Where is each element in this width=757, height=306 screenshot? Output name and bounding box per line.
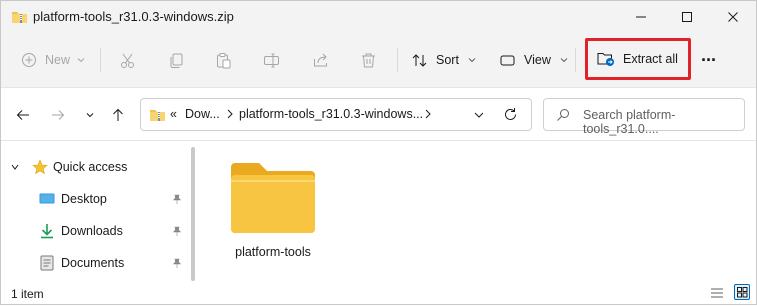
file-item[interactable]: platform-tools bbox=[223, 151, 323, 271]
refresh-icon bbox=[505, 108, 516, 120]
copy-button[interactable] bbox=[168, 44, 185, 76]
address-bar[interactable]: « Dow... platform-tools_r31.0.3-windows.… bbox=[140, 98, 532, 131]
extract-all-button[interactable]: Extract all bbox=[585, 38, 691, 80]
arrow-right-icon bbox=[52, 110, 65, 120]
recent-locations-button[interactable] bbox=[79, 104, 101, 126]
star-icon bbox=[32, 159, 48, 175]
extract-all-label: Extract all bbox=[623, 52, 678, 66]
title-bar: platform-tools_r31.0.3-windows.zip bbox=[1, 1, 756, 33]
desktop-icon bbox=[39, 193, 55, 204]
breadcrumb-chevron-icon[interactable] bbox=[226, 108, 234, 123]
navigation-bar: « Dow... platform-tools_r31.0.3-windows.… bbox=[1, 88, 756, 141]
navigation-scrollbar[interactable] bbox=[191, 147, 195, 281]
sidebar-item-label: Desktop bbox=[61, 192, 107, 206]
folder-icon bbox=[231, 163, 315, 233]
refresh-button[interactable] bbox=[503, 107, 518, 125]
rename-icon bbox=[264, 53, 279, 67]
separator bbox=[575, 48, 576, 72]
breadcrumb-overflow[interactable]: « bbox=[170, 107, 177, 121]
chevron-down-icon bbox=[77, 58, 85, 63]
delete-button[interactable] bbox=[360, 44, 377, 76]
item-count: 1 item bbox=[11, 287, 44, 301]
chevron-down-icon bbox=[86, 113, 94, 118]
details-view-icon bbox=[711, 288, 723, 298]
sidebar-item-desktop[interactable]: Desktop bbox=[1, 185, 191, 213]
search-placeholder: Search platform-tools_r31.0.... bbox=[583, 108, 676, 136]
cut-button[interactable] bbox=[119, 44, 136, 76]
close-icon bbox=[728, 12, 738, 22]
status-bar: 1 item bbox=[1, 282, 756, 306]
chevron-down-icon bbox=[474, 112, 484, 118]
pin-icon[interactable] bbox=[172, 194, 182, 204]
rename-button[interactable] bbox=[263, 44, 280, 76]
sidebar-item-quick-access[interactable]: Quick access bbox=[1, 153, 191, 181]
breadcrumb-segment[interactable]: Dow... bbox=[185, 107, 220, 121]
scissors-icon bbox=[121, 53, 134, 68]
paste-button[interactable] bbox=[215, 44, 232, 76]
sidebar-item-documents[interactable]: Documents bbox=[1, 249, 191, 277]
file-name: platform-tools bbox=[235, 245, 311, 259]
chevron-down-icon[interactable] bbox=[10, 162, 20, 172]
copy-icon bbox=[170, 53, 183, 68]
zip-folder-icon bbox=[149, 107, 166, 125]
large-icons-view-button[interactable] bbox=[734, 284, 750, 300]
breadcrumb-chevron-icon[interactable] bbox=[424, 108, 432, 123]
address-history-button[interactable] bbox=[473, 109, 485, 124]
sidebar-item-label: Quick access bbox=[53, 160, 128, 174]
separator bbox=[397, 48, 398, 72]
search-icon bbox=[556, 108, 570, 125]
share-icon bbox=[314, 53, 327, 66]
file-explorer-window: platform-tools_r31.0.3-windows.zip New S… bbox=[0, 0, 757, 305]
close-button[interactable] bbox=[710, 1, 756, 33]
extract-folder-icon bbox=[597, 53, 614, 66]
trash-icon bbox=[362, 53, 375, 67]
breadcrumb-segment[interactable]: platform-tools_r31.0.3-windows... bbox=[239, 107, 423, 121]
new-label: New bbox=[45, 53, 71, 67]
view-icon bbox=[500, 55, 515, 65]
back-button[interactable] bbox=[12, 104, 34, 126]
share-button[interactable] bbox=[312, 44, 329, 76]
maximize-button[interactable] bbox=[664, 1, 710, 33]
sort-icon bbox=[412, 53, 427, 67]
chevron-down-icon bbox=[468, 58, 476, 63]
sidebar-item-downloads[interactable]: Downloads bbox=[1, 217, 191, 245]
window-title: platform-tools_r31.0.3-windows.zip bbox=[33, 9, 234, 24]
arrow-left-icon bbox=[16, 110, 29, 120]
download-icon bbox=[41, 224, 53, 239]
sort-button[interactable]: Sort bbox=[411, 44, 477, 76]
view-label: View bbox=[524, 53, 551, 67]
sidebar-item-label: Downloads bbox=[61, 224, 123, 238]
maximize-icon bbox=[682, 12, 692, 22]
minimize-button[interactable] bbox=[618, 1, 664, 33]
sidebar-item-label: Documents bbox=[61, 256, 125, 270]
paste-icon bbox=[217, 52, 231, 68]
pin-icon[interactable] bbox=[172, 258, 182, 268]
zip-folder-icon bbox=[11, 9, 28, 29]
chevron-down-icon bbox=[560, 58, 568, 63]
search-box[interactable]: Search platform-tools_r31.0.... bbox=[543, 98, 745, 136]
add-circle-icon bbox=[22, 53, 36, 67]
document-icon bbox=[40, 255, 54, 271]
separator bbox=[100, 48, 101, 72]
pin-icon[interactable] bbox=[172, 226, 182, 236]
up-button[interactable] bbox=[107, 104, 129, 126]
large-icons-view-icon bbox=[737, 287, 748, 298]
new-button[interactable]: New bbox=[21, 44, 86, 76]
arrow-up-icon bbox=[113, 108, 123, 121]
details-view-button[interactable] bbox=[710, 286, 724, 303]
sort-label: Sort bbox=[436, 53, 459, 67]
minimize-icon bbox=[636, 16, 646, 18]
view-button[interactable]: View bbox=[499, 44, 569, 76]
navigation-pane: Quick access Desktop Downloads Documents bbox=[1, 141, 201, 281]
more-options-button[interactable]: ··· bbox=[701, 44, 717, 76]
forward-button[interactable] bbox=[47, 104, 69, 126]
